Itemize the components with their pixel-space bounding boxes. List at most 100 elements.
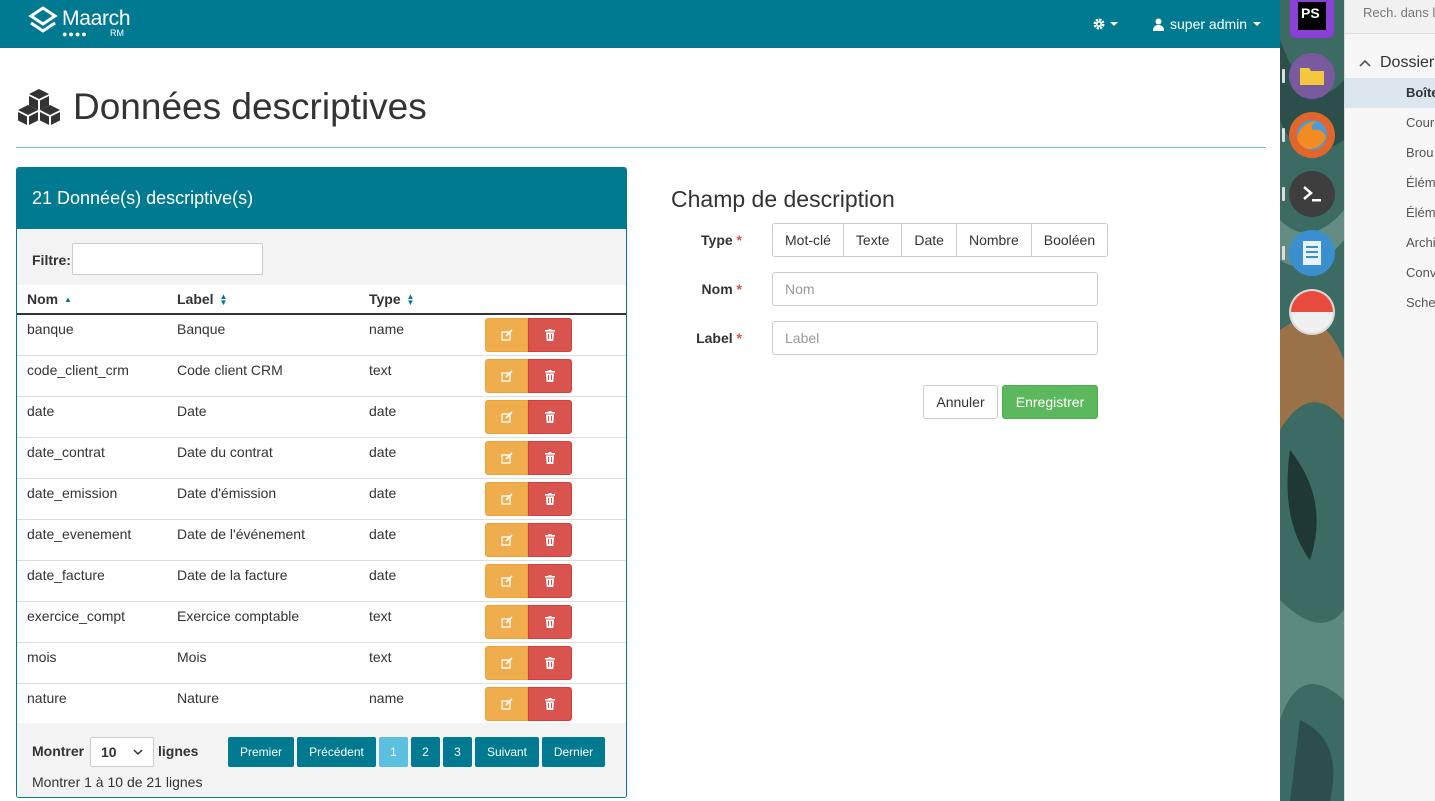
cell-type: name [359,314,475,356]
edit-icon [500,615,513,628]
settings-menu[interactable] [1092,14,1124,34]
row-actions [485,399,616,434]
cell-type: date [359,519,475,561]
phpstorm-icon[interactable]: PS [1290,0,1334,38]
page-first-button[interactable]: Premier [228,737,294,767]
document-icon [1303,241,1321,265]
cell-actions [475,478,626,520]
folder-item[interactable]: Sche [1345,288,1435,318]
cell-nom: code_client_crm [17,355,167,397]
column-header-label: Label [177,291,214,307]
edit-button[interactable] [485,686,528,721]
edit-button[interactable] [485,318,528,352]
cell-nom: nature [17,683,167,725]
delete-button[interactable] [528,522,572,557]
edit-button[interactable] [485,563,528,598]
save-button[interactable]: Enregistrer [1002,385,1098,419]
page-button-2[interactable]: 2 [411,737,440,767]
edit-button[interactable] [485,440,528,475]
form-title: Champ de description [671,186,895,212]
terminal-prompt-icon [1303,186,1321,202]
type-option-boolean[interactable]: Booléen [1031,224,1108,256]
delete-button[interactable] [528,645,572,680]
descriptive-data-table: Nom ▲ Label ▲ ▼ Type ▲ ▼ banque Banque name c… [17,285,626,725]
folder-item[interactable]: Brou [1345,138,1435,168]
running-indicator [1282,69,1285,83]
folder-item[interactable]: Boîte [1345,78,1435,108]
row-actions [485,645,616,680]
cell-type: date [359,560,475,602]
required-mark: * [736,232,742,248]
maarch-logo-icon [28,6,58,33]
column-header-type[interactable]: Type ▲ ▼ [359,285,475,315]
trash-icon [545,697,555,710]
folder-item[interactable]: Cour [1345,108,1435,138]
edit-icon [500,656,513,669]
delete-button[interactable] [528,686,572,721]
edit-icon [500,492,513,505]
column-header-label[interactable]: Label ▲ ▼ [167,285,359,315]
cell-label: Mois [167,642,359,684]
type-option-text[interactable]: Texte [843,224,903,256]
folders-section-header[interactable]: Dossiers [1359,54,1435,72]
text-editor-icon[interactable] [1289,230,1335,276]
cell-type: date [359,396,475,438]
cell-actions [475,560,626,602]
page-last-button[interactable]: Dernier [542,737,605,767]
delete-button[interactable] [528,399,572,434]
delete-button[interactable] [528,358,572,393]
type-option-keyword[interactable]: Mot-clé [773,224,844,256]
edit-icon [500,533,513,546]
firefox-icon[interactable] [1289,112,1335,158]
edit-button[interactable] [485,645,528,680]
file-manager-sidebar: Rech. dans le Dossiers BoîteCourBrouÉlém… [1344,0,1435,801]
type-option-number[interactable]: Nombre [956,224,1032,256]
name-input[interactable]: Nom [772,272,1098,306]
edit-button[interactable] [485,358,528,393]
type-option-date[interactable]: Date [902,224,957,256]
maarch-logo[interactable]: Maarch ●●●● RM [28,6,138,42]
cell-actions [475,314,626,356]
edit-button[interactable] [485,522,528,557]
folder-item[interactable]: Conv [1345,258,1435,288]
terminal-icon[interactable] [1289,171,1335,217]
cell-label: Date [167,396,359,438]
cancel-button[interactable]: Annuler [923,385,998,419]
edit-icon [500,697,513,710]
cell-nom: mois [17,642,167,684]
trash-icon [545,492,555,505]
running-indicator [1282,128,1285,142]
top-navbar: Maarch ●●●● RM super admin [0,0,1280,48]
trash-icon [545,410,555,423]
edit-icon [500,574,513,587]
column-header-nom[interactable]: Nom ▲ [17,285,167,315]
trash-icon [545,656,555,669]
page-prev-button[interactable]: Précédent [297,737,376,767]
edit-button[interactable] [485,399,528,434]
page-size-select[interactable]: 10 [90,737,154,767]
folder-item[interactable]: Éléme [1345,198,1435,228]
filter-input[interactable] [72,243,263,275]
delete-button[interactable] [528,563,572,598]
file-manager-search[interactable]: Rech. dans le [1345,0,1435,34]
edit-button[interactable] [485,481,528,516]
folder-item[interactable]: Éléme [1345,168,1435,198]
cell-type: name [359,683,475,725]
delete-button[interactable] [528,318,572,352]
page-title: Données descriptives [73,86,427,127]
page-button-3[interactable]: 3 [443,737,472,767]
delete-button[interactable] [528,481,572,516]
delete-button[interactable] [528,604,572,639]
disk-usage-icon[interactable] [1289,289,1335,335]
column-header-label: Type [369,291,401,307]
folder-item[interactable]: Archi [1345,228,1435,258]
user-menu[interactable]: super admin [1153,14,1262,34]
firefox-globe-icon [1297,120,1327,150]
files-icon[interactable] [1289,53,1335,99]
label-input[interactable]: Label [772,321,1098,355]
delete-button[interactable] [528,440,572,475]
edit-button[interactable] [485,604,528,639]
page-button-1[interactable]: 1 [379,737,408,767]
page-next-button[interactable]: Suivant [475,737,539,767]
label-field-label: Label * [662,330,742,346]
